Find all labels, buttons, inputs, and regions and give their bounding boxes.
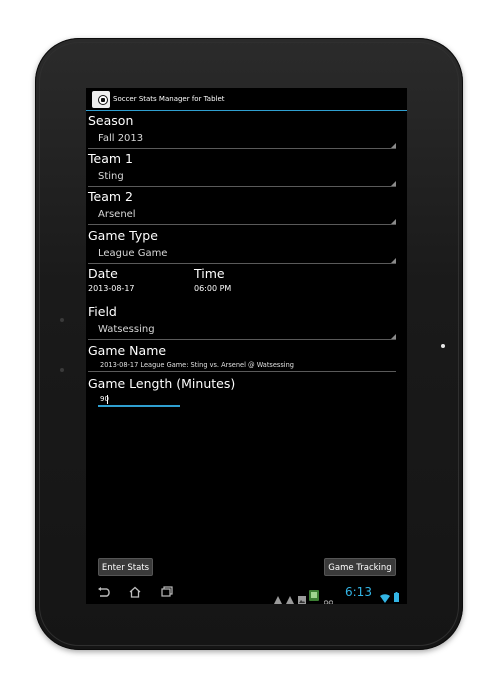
field-spinner[interactable]: Watsessing [88,322,396,340]
game-type-value: League Game [98,248,168,259]
game-name-value: 2013-08-17 League Game: Sting vs. Arsene… [100,361,294,369]
game-type-label: Game Type [88,228,158,243]
date-value[interactable]: 2013-08-17 [88,284,135,293]
spinner-arrow-icon [391,181,396,186]
team2-spinner[interactable]: Arsenel [88,207,396,225]
game-type-spinner[interactable]: League Game [88,246,396,264]
battery-icon [394,587,399,602]
spinner-arrow-icon [391,219,396,224]
device-screen: Soccer Stats Manager for Tablet Season F… [86,88,407,604]
sensor-dot [441,344,445,348]
team2-value: Arsenel [98,209,136,220]
voicemail-icon [323,590,334,604]
enter-stats-button[interactable]: Enter Stats [98,558,153,576]
field-label: Field [88,304,117,319]
home-icon[interactable] [128,586,142,601]
system-navigation-bar: 6:13 [86,582,407,604]
game-length-label: Game Length (Minutes) [88,376,236,391]
game-name-label: Game Name [88,343,167,358]
game-tracking-button[interactable]: Game Tracking [324,558,396,576]
date-label: Date [88,266,118,281]
action-bar: Soccer Stats Manager for Tablet [86,88,407,111]
text-cursor [107,395,108,404]
team1-value: Sting [98,171,124,182]
time-label: Time [194,266,225,281]
time-value[interactable]: 06:00 PM [194,284,231,293]
recent-apps-icon[interactable] [160,586,174,601]
back-icon[interactable] [96,586,110,601]
image-icon [298,589,306,604]
warning-icon [286,589,294,604]
spinner-arrow-icon [391,334,396,339]
field-value: Watsessing [98,324,155,335]
game-length-input[interactable]: 90 [98,393,180,407]
team2-label: Team 2 [88,189,133,204]
app-notification-icon [309,586,319,601]
wifi-icon [380,588,390,603]
app-title: Soccer Stats Manager for Tablet [113,95,225,103]
side-camera [60,368,64,372]
status-clock: 6:13 [345,585,372,599]
team1-label: Team 1 [88,151,133,166]
warning-icon [274,589,282,604]
soccer-ball-app-icon [92,91,110,108]
season-label: Season [88,113,134,128]
game-name-field[interactable]: 2013-08-17 League Game: Sting vs. Arsene… [88,358,396,372]
team1-spinner[interactable]: Sting [88,169,396,187]
front-camera [60,318,64,322]
season-spinner[interactable]: Fall 2013 [88,131,396,149]
spinner-arrow-icon [391,143,396,148]
action-bar-divider [86,110,407,111]
season-value: Fall 2013 [98,133,144,144]
spinner-arrow-icon [391,258,396,263]
